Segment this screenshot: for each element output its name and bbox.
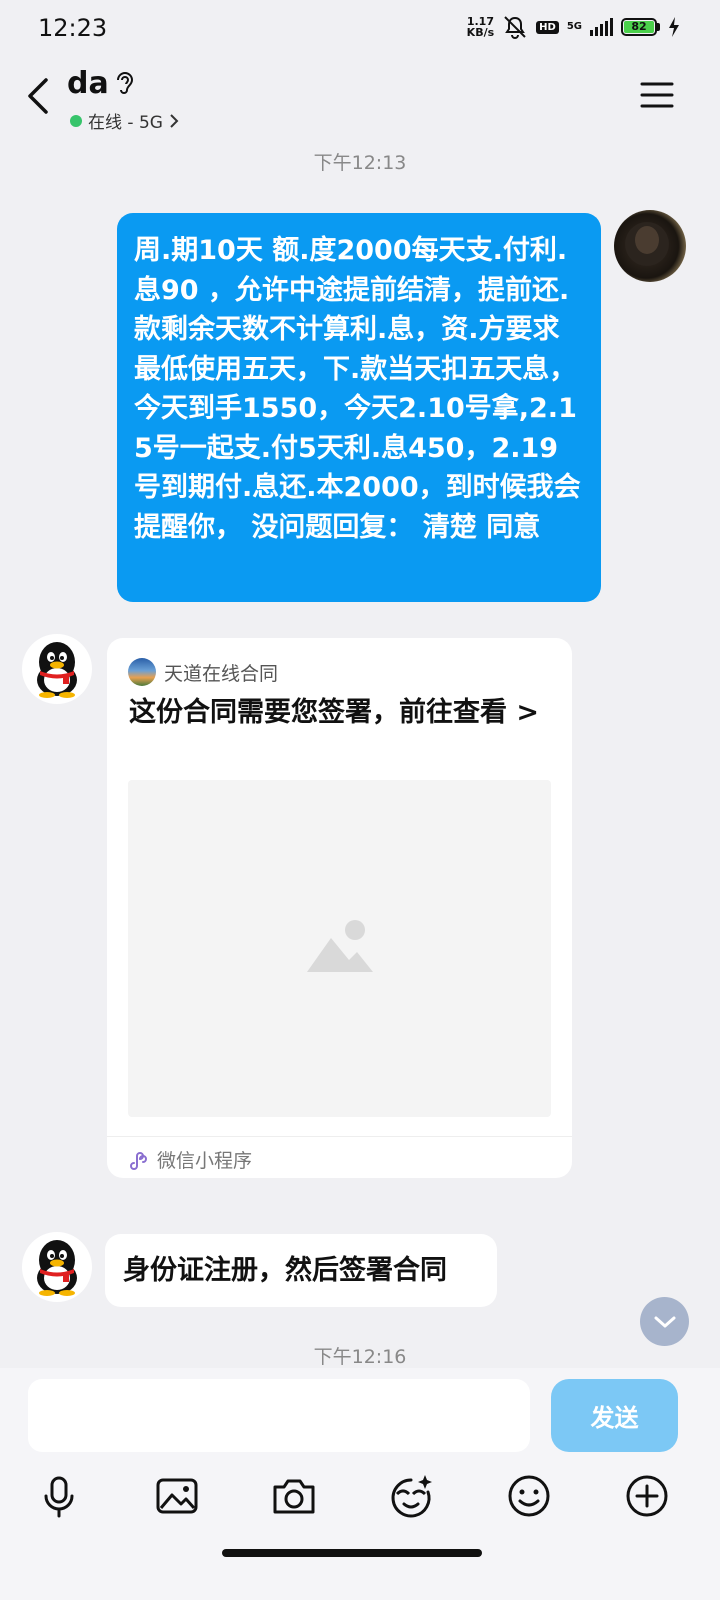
contact-avatar[interactable]: [22, 1232, 92, 1302]
penguin-icon: [37, 1240, 77, 1296]
online-status-text: 在线 - 5G: [88, 113, 163, 133]
network-speed: 1.17 KB/s: [467, 16, 494, 38]
card-footer-label: 微信小程序: [157, 1150, 253, 1172]
message-input[interactable]: [28, 1379, 530, 1452]
speed-unit: KB/s: [466, 26, 495, 39]
image-placeholder-icon: [307, 920, 373, 972]
mini-program-logo: [128, 658, 156, 686]
mini-program-card[interactable]: 天道在线合同 这份合同需要您签署，前往查看 > 微信小程序: [107, 638, 572, 1178]
back-icon[interactable]: [22, 74, 62, 118]
microphone-icon[interactable]: [35, 1472, 83, 1520]
contact-name[interactable]: da: [67, 66, 109, 101]
mute-bell-icon: [504, 16, 526, 39]
incoming-message[interactable]: 身份证注册，然后签署合同: [105, 1234, 497, 1307]
network-label: 5G: [566, 21, 582, 32]
home-indicator[interactable]: [222, 1549, 482, 1557]
battery-level: 82: [624, 21, 654, 33]
penguin-icon: [37, 642, 77, 698]
card-source-name: 天道在线合同: [164, 662, 279, 685]
outgoing-message[interactable]: 周.期10天 额.度2000每天支.付利.息90 ，允许中途提前结清，提前还.款…: [117, 213, 601, 602]
status-icons: 1.17 KB/s HD 5G 82: [467, 14, 680, 40]
camera-icon[interactable]: [270, 1472, 318, 1520]
plus-icon[interactable]: [623, 1472, 671, 1520]
mini-program-icon: [130, 1151, 147, 1170]
chevron-down-icon: [654, 1316, 675, 1327]
card-divider: [107, 1136, 572, 1137]
card-source: 天道在线合同: [128, 658, 278, 686]
card-image-placeholder: [128, 780, 551, 1117]
hd-badge: HD: [536, 20, 559, 34]
battery-icon: 82: [621, 18, 660, 36]
card-title: 这份合同需要您签署，前往查看 >: [129, 697, 540, 728]
menu-icon[interactable]: [640, 80, 674, 110]
sticker-face-icon[interactable]: [387, 1472, 435, 1520]
my-avatar[interactable]: [614, 210, 686, 282]
online-dot: [70, 114, 82, 127]
network-type: 5G: [567, 22, 582, 32]
online-status[interactable]: 在线 - 5G: [70, 108, 179, 133]
timestamp: 下午12:16: [313, 1346, 407, 1368]
send-button[interactable]: 发送: [551, 1379, 678, 1452]
status-time: 12:23: [38, 14, 108, 42]
charging-icon: [669, 17, 679, 37]
ear-icon[interactable]: [114, 70, 136, 98]
card-footer: 微信小程序: [129, 1146, 252, 1173]
emoji-icon[interactable]: [505, 1472, 553, 1520]
contact-avatar[interactable]: [22, 634, 92, 704]
scroll-to-bottom-button[interactable]: [640, 1297, 689, 1346]
image-icon[interactable]: [153, 1472, 201, 1520]
chevron-right-icon: [170, 113, 179, 128]
signal-icon: [590, 18, 613, 36]
timestamp: 下午12:13: [313, 152, 407, 174]
